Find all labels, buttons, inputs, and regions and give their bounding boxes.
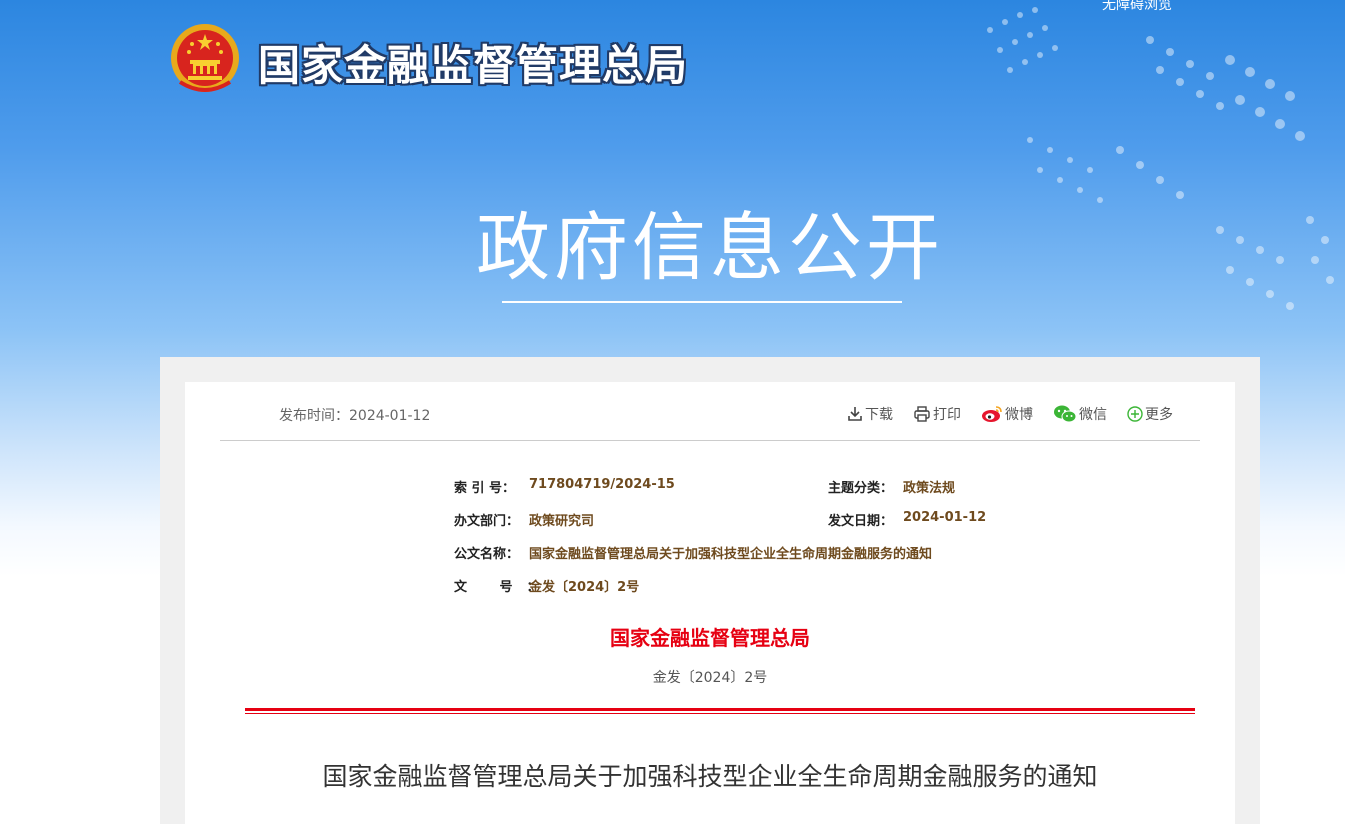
weibo-label: 微博	[1005, 407, 1033, 423]
document-name-value: 国家金融监督管理总局关于加强科技型企业全生命周期金融服务的通知	[529, 547, 933, 562]
publish-time-value: 2024-01-12	[349, 408, 431, 424]
print-label: 打印	[933, 407, 961, 423]
wechat-label: 微信	[1079, 407, 1107, 423]
printer-icon	[914, 406, 930, 422]
document-number: 金发〔2024〕2号	[652, 670, 768, 686]
share-wechat-button[interactable]: 微信	[1053, 404, 1107, 424]
meta-divider	[220, 440, 1200, 441]
publish-time: 发布时间：2024-01-12	[279, 405, 430, 425]
document-name-label: 公文名称：	[454, 547, 520, 562]
section-title: 政府信息公开	[476, 205, 944, 291]
share-more-button[interactable]: 更多	[1127, 404, 1173, 424]
red-header-line	[245, 708, 1195, 711]
national-emblem-logo	[171, 24, 239, 92]
department-value: 政策研究司	[529, 514, 595, 529]
department-label: 办文部门：	[454, 514, 520, 529]
title-underline	[502, 301, 902, 303]
publish-time-label: 发布时间：	[279, 408, 349, 424]
share-toolbar: 下载 打印 微博 微信 更多	[847, 404, 1173, 424]
accessibility-link[interactable]: 无障碍浏览	[1102, 0, 1172, 14]
index-number-value: 717804719/2024-15	[529, 477, 675, 492]
share-weibo-button[interactable]: 微博	[981, 404, 1033, 424]
issue-date-value: 2024-01-12	[903, 510, 987, 525]
download-button[interactable]: 下载	[847, 404, 893, 424]
site-title[interactable]: 国家金融监督管理总局	[258, 32, 688, 93]
red-header-thin-line	[245, 713, 1195, 714]
document-number-value: 金发〔2024〕2号	[529, 580, 640, 595]
more-label: 更多	[1145, 407, 1173, 423]
wechat-icon	[1054, 405, 1077, 423]
download-label: 下载	[865, 407, 893, 423]
document-title: 国家金融监督管理总局关于加强科技型企业全生命周期金融服务的通知	[322, 762, 1098, 791]
topic-label: 主题分类：	[828, 481, 894, 496]
topic-value: 政策法规	[903, 481, 956, 496]
download-icon	[848, 407, 862, 421]
issuing-authority: 国家金融监督管理总局	[610, 626, 810, 650]
issue-date-label: 发文日期：	[828, 514, 894, 529]
index-number-label: 索 引 号：	[454, 481, 516, 496]
weibo-icon	[982, 406, 1002, 422]
plus-circle-icon	[1127, 406, 1143, 422]
print-button[interactable]: 打印	[913, 404, 961, 424]
